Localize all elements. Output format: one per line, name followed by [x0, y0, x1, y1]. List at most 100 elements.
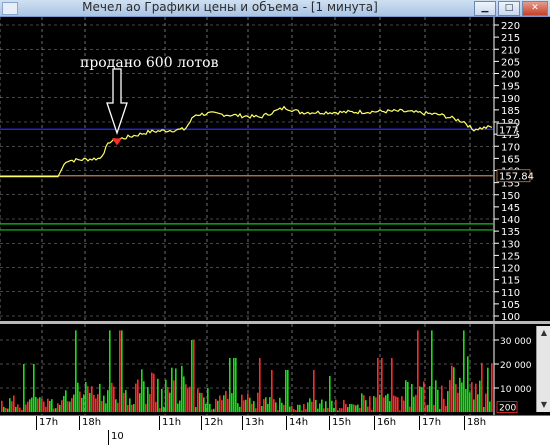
volume-bar: [29, 399, 31, 412]
volume-bar: [171, 367, 173, 412]
volume-bar: [205, 403, 207, 412]
volume-bar: [235, 358, 237, 412]
volume-bar: [245, 399, 247, 412]
volume-bar: [361, 393, 363, 412]
volume-bar: [487, 367, 489, 412]
volume-bar: [25, 404, 27, 412]
volume-bar: [347, 407, 349, 412]
time-axis[interactable]: 17h 18h 11h 12h 13h 14h 15h 16h 17h 18h: [0, 415, 550, 431]
price-tick-label: 110: [501, 288, 520, 299]
volume-bar: [19, 407, 21, 412]
price-chart-panel[interactable]: 2202152102052001951901851801751701651601…: [0, 17, 550, 323]
volume-bar: [175, 368, 177, 412]
volume-bar: [447, 391, 449, 412]
price-tick-label: 135: [501, 227, 520, 238]
volume-bar: [253, 401, 255, 412]
scroll-down-icon[interactable]: ▼: [538, 399, 550, 411]
volume-scrollbar[interactable]: ▲ ▼: [536, 326, 550, 412]
time-tick: [36, 416, 37, 430]
volume-bars: [1, 330, 493, 412]
volume-bar: [337, 410, 339, 412]
volume-bar: [385, 395, 387, 412]
volume-bar: [417, 330, 419, 412]
volume-bar: [401, 396, 403, 412]
volume-bar: [187, 388, 189, 412]
volume-bar: [141, 369, 143, 412]
volume-bar: [427, 404, 429, 412]
volume-bar: [375, 397, 377, 412]
volume-bar: [185, 384, 187, 412]
close-button[interactable]: ✕: [522, 1, 548, 16]
volume-bar: [231, 393, 233, 412]
volume-bar: [97, 394, 99, 412]
volume-bar: [51, 399, 53, 412]
volume-bar: [233, 358, 235, 412]
volume-bar: [85, 382, 87, 412]
price-levels: [0, 128, 493, 231]
volume-bar: [255, 408, 257, 412]
price-tick-label: 165: [501, 154, 520, 165]
volume-bar: [91, 386, 93, 412]
volume-bar: [331, 400, 333, 412]
volume-bar: [419, 386, 421, 412]
volume-bar: [359, 407, 361, 412]
price-axis: 2202152102052001951901851801751701651601…: [493, 17, 550, 323]
volume-bar: [399, 410, 401, 412]
volume-bar: [467, 356, 469, 412]
volume-bar: [217, 400, 219, 412]
maximize-button[interactable]: □: [498, 1, 520, 16]
volume-bar: [301, 410, 303, 412]
window-titlebar[interactable]: Мечел ао Графики цены и объема - [1 мину…: [0, 0, 550, 17]
volume-bar: [165, 379, 167, 412]
time-label: 15h: [332, 417, 352, 428]
volume-bar: [119, 330, 121, 412]
volume-bar: [131, 404, 133, 412]
volume-bar: [179, 400, 181, 412]
volume-bar: [17, 404, 19, 412]
volume-bar: [339, 408, 341, 412]
volume-bar: [37, 398, 39, 412]
minimize-button[interactable]: ▁: [474, 1, 496, 16]
volume-bar: [7, 408, 9, 412]
volume-bar: [95, 398, 97, 412]
volume-bar: [71, 398, 73, 412]
price-tick-label: 145: [501, 203, 520, 214]
volume-bar: [33, 364, 35, 412]
time-tick: [464, 416, 465, 430]
volume-bar: [409, 406, 411, 412]
volume-bar: [371, 409, 373, 412]
volume-bar: [357, 404, 359, 412]
volume-bar: [21, 409, 23, 412]
volume-bar: [199, 392, 201, 412]
volume-bar: [159, 408, 161, 412]
volume-bar: [27, 401, 29, 412]
volume-chart-panel[interactable]: 30 000 20 000 10 000 200: [0, 324, 550, 415]
volume-bar: [249, 397, 251, 412]
volume-bar: [325, 401, 327, 412]
volume-bar: [355, 405, 357, 412]
volume-bar: [73, 394, 75, 412]
volume-bar: [475, 383, 477, 412]
volume-bar: [31, 397, 33, 412]
volume-bar: [285, 370, 287, 412]
volume-bar: [53, 408, 55, 412]
volume-bar: [265, 397, 267, 412]
volume-bar: [115, 399, 117, 412]
volume-bar: [453, 367, 455, 412]
volume-bar: [5, 408, 7, 412]
volume-bar: [397, 397, 399, 412]
volume-tick-label: 10 000: [500, 385, 532, 395]
volume-tick-label: 30 000: [500, 337, 532, 347]
scroll-up-icon[interactable]: ▲: [538, 327, 550, 339]
volume-bar: [329, 376, 331, 412]
volume-bar: [57, 403, 59, 412]
volume-bar: [213, 408, 215, 412]
volume-bar: [123, 392, 125, 412]
volume-bar: [113, 386, 115, 412]
volume-bar: [35, 397, 37, 412]
volume-bar: [209, 403, 211, 412]
volume-bar: [269, 397, 271, 412]
volume-bar: [55, 408, 57, 412]
volume-bar: [271, 370, 273, 412]
volume-bar: [135, 383, 137, 412]
